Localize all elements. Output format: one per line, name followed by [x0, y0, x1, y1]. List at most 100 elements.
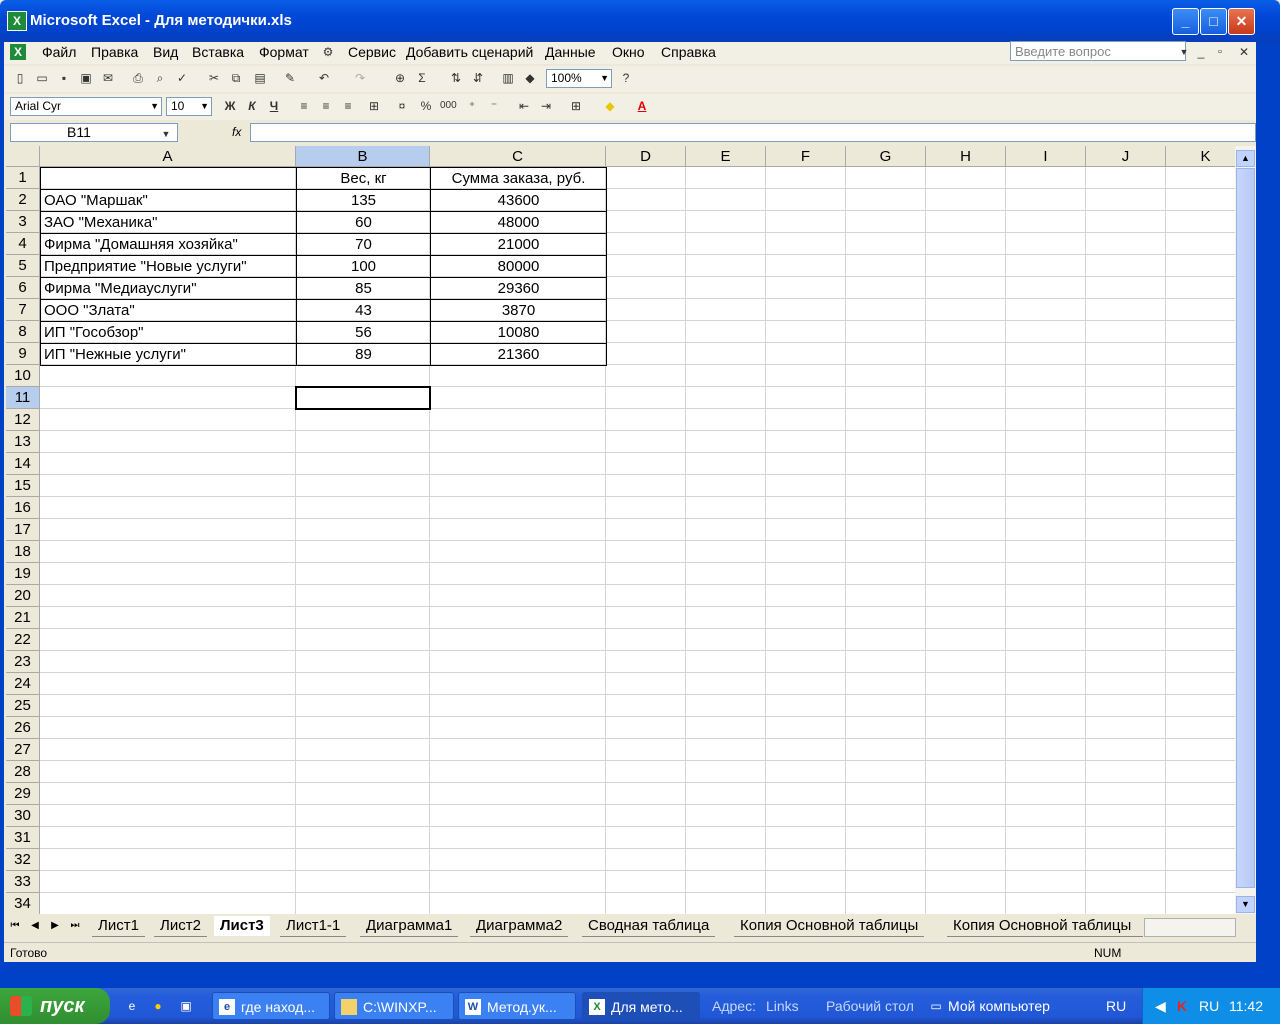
row-header-31[interactable]: 31 — [6, 827, 40, 849]
row-header-20[interactable]: 20 — [6, 585, 40, 607]
formula-input[interactable] — [250, 123, 1256, 142]
row-header-10[interactable]: 10 — [6, 365, 40, 387]
column-header-g[interactable]: G — [846, 146, 926, 167]
menu-file[interactable]: Файл — [42, 44, 76, 60]
cell-a2[interactable]: ОАО "Маршак" — [40, 189, 297, 212]
sort-desc-icon[interactable]: ⇵ — [470, 70, 486, 86]
decrease-indent-icon[interactable]: ⇤ — [516, 98, 532, 114]
column-header-e[interactable]: E — [686, 146, 766, 167]
row-header-1[interactable]: 1 — [6, 167, 40, 189]
start-button[interactable]: пуск — [0, 988, 110, 1024]
align-center-icon[interactable]: ≡ — [318, 98, 334, 114]
redo-icon[interactable]: ↷ — [352, 70, 368, 86]
font-name-select[interactable]: Arial Cyr ▼ — [10, 97, 162, 116]
cell-c9[interactable]: 21360 — [430, 343, 607, 366]
minimize-button[interactable]: _ — [1172, 8, 1199, 35]
cell-c7[interactable]: 3870 — [430, 299, 607, 322]
row-header-5[interactable]: 5 — [6, 255, 40, 277]
cell-c2[interactable]: 43600 — [430, 189, 607, 212]
scroll-down-icon[interactable]: ▼ — [1236, 896, 1255, 913]
row-header-13[interactable]: 13 — [6, 431, 40, 453]
last-sheet-icon[interactable]: ⏭ — [68, 919, 82, 933]
desktop-quicklaunch-icon[interactable]: ▣ — [178, 998, 194, 1014]
ask-question-input[interactable]: Введите вопрос — [1010, 41, 1186, 61]
spelling-icon[interactable]: ✓ — [174, 70, 190, 86]
column-header-a[interactable]: A — [40, 146, 296, 167]
row-header-14[interactable]: 14 — [6, 453, 40, 475]
cell-a4[interactable]: Фирма "Домашняя хозяйка" — [40, 233, 297, 256]
row-header-4[interactable]: 4 — [6, 233, 40, 255]
column-header-d[interactable]: D — [606, 146, 686, 167]
my-computer-toolbar[interactable]: Мой компьютер — [948, 998, 1050, 1014]
maximize-button[interactable]: □ — [1200, 8, 1227, 35]
row-header-8[interactable]: 8 — [6, 321, 40, 343]
close-button[interactable]: ✕ — [1228, 8, 1255, 35]
title-bar[interactable]: X Microsoft Excel - Для методички.xls _ … — [0, 0, 1280, 42]
document-icon[interactable]: X — [10, 44, 26, 60]
name-box[interactable]: B11 — [10, 123, 178, 142]
cell-b9[interactable]: 89 — [296, 343, 431, 366]
row-header-22[interactable]: 22 — [6, 629, 40, 651]
column-header-c[interactable]: C — [430, 146, 606, 167]
cell-a5[interactable]: Предприятие "Новые услуги" — [40, 255, 297, 278]
links-label[interactable]: Links — [766, 998, 799, 1014]
tab-pivot[interactable]: Сводная таблица — [582, 916, 716, 937]
fx-icon[interactable]: fx — [232, 125, 241, 139]
row-header-19[interactable]: 19 — [6, 563, 40, 585]
font-size-select[interactable]: 10 ▼ — [166, 97, 212, 116]
row-header-12[interactable]: 12 — [6, 409, 40, 431]
paste-icon[interactable]: ▤ — [252, 70, 268, 86]
row-header-30[interactable]: 30 — [6, 805, 40, 827]
row-header-11[interactable]: 11 — [6, 387, 40, 409]
row-header-16[interactable]: 16 — [6, 497, 40, 519]
ask-dropdown-icon[interactable]: ▼ — [1176, 44, 1192, 60]
language-indicator[interactable]: RU — [1106, 998, 1126, 1014]
scroll-up-icon[interactable]: ▲ — [1236, 150, 1255, 167]
italic-button[interactable]: К — [244, 98, 260, 114]
print-icon[interactable]: ⎙ — [130, 70, 146, 86]
tab-chart1[interactable]: Диаграмма1 — [360, 916, 459, 937]
cell-c4[interactable]: 21000 — [430, 233, 607, 256]
cell-b7[interactable]: 43 — [296, 299, 431, 322]
media-quicklaunch-icon[interactable]: ● — [150, 998, 166, 1014]
zoom-dropdown-icon[interactable]: ▼ — [600, 70, 609, 87]
format-painter-icon[interactable]: ✎ — [282, 70, 298, 86]
column-header-f[interactable]: F — [766, 146, 846, 167]
row-header-25[interactable]: 25 — [6, 695, 40, 717]
new-icon[interactable]: ▯ — [12, 70, 28, 86]
cell-a8[interactable]: ИП "Гособзор" — [40, 321, 297, 344]
row-header-24[interactable]: 24 — [6, 673, 40, 695]
align-left-icon[interactable]: ≡ — [296, 98, 312, 114]
menu-window[interactable]: Окно — [612, 44, 645, 60]
font-name-dropdown-icon[interactable]: ▼ — [150, 98, 159, 115]
column-header-j[interactable]: J — [1086, 146, 1166, 167]
tab-list3[interactable]: Лист3 — [214, 916, 270, 936]
cell-b6[interactable]: 85 — [296, 277, 431, 300]
first-sheet-icon[interactable]: ⏮ — [8, 919, 22, 933]
fill-color-icon[interactable]: ◆ — [602, 98, 618, 114]
menu-tools[interactable]: Сервис — [348, 44, 396, 60]
worksheet-grid[interactable]: A B C D E F G H I J K 1 2 3 4 5 6 7 8 9 10 11 12 13 14 15 16 17 18 19… — [6, 146, 1235, 914]
print-preview-icon[interactable]: ⌕ — [152, 70, 168, 86]
cell-a1[interactable] — [40, 167, 297, 190]
menu-help[interactable]: Справка — [661, 44, 716, 60]
decrease-decimal-icon[interactable]: ⁻ — [486, 98, 502, 114]
underline-button[interactable]: Ч — [266, 98, 282, 114]
tab-copy2[interactable]: Копия Основной таблицы — [947, 916, 1143, 937]
font-size-dropdown-icon[interactable]: ▼ — [200, 98, 209, 115]
hyperlink-icon[interactable]: ⊕ — [392, 70, 408, 86]
merge-center-icon[interactable]: ⊞ — [366, 98, 382, 114]
cell-b8[interactable]: 56 — [296, 321, 431, 344]
menu-data[interactable]: Данные — [545, 44, 596, 60]
row-header-27[interactable]: 27 — [6, 739, 40, 761]
email-icon[interactable]: ✉ — [100, 70, 116, 86]
sort-asc-icon[interactable]: ⇅ — [448, 70, 464, 86]
font-color-icon[interactable]: A — [634, 98, 650, 114]
cell-c6[interactable]: 29360 — [430, 277, 607, 300]
drawing-icon[interactable]: ◆ — [522, 70, 538, 86]
thousands-button[interactable]: 000 — [440, 98, 457, 114]
menu-view[interactable]: Вид — [153, 44, 178, 60]
next-sheet-icon[interactable]: ▶ — [48, 919, 62, 933]
tab-copy1[interactable]: Копия Основной таблицы — [734, 916, 925, 937]
select-all-corner[interactable] — [6, 146, 40, 167]
